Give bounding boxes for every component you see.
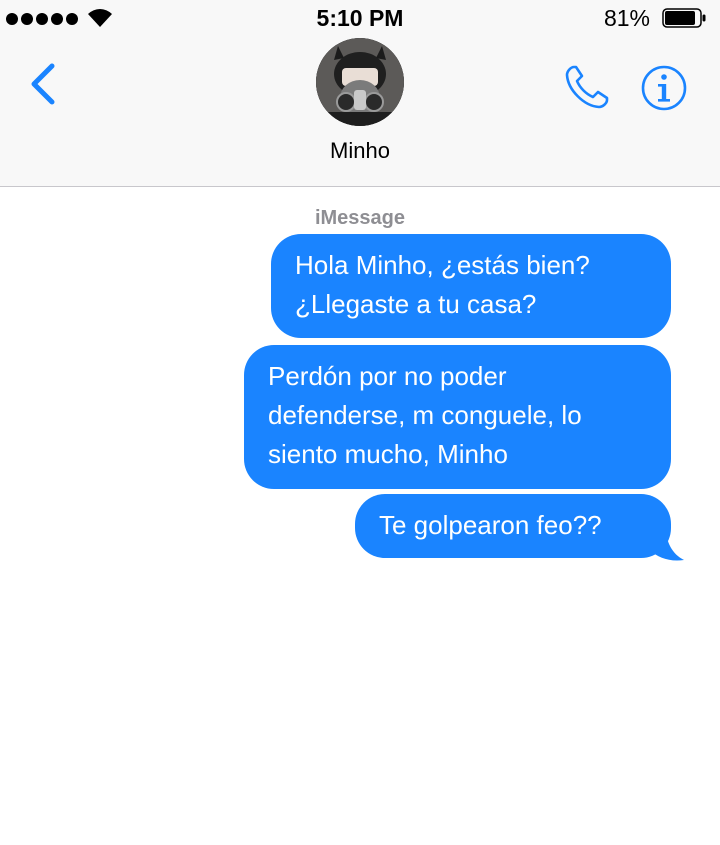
battery-icon — [662, 8, 706, 28]
info-icon[interactable] — [640, 64, 688, 112]
phone-icon[interactable] — [562, 62, 612, 112]
avatar[interactable] — [316, 38, 404, 126]
message-bubble[interactable]: Perdón por no poder defenderse, m congue… — [244, 345, 671, 489]
conversation-header: Minho — [0, 38, 720, 187]
bubble-tail — [648, 528, 684, 561]
contact-name[interactable]: Minho — [0, 138, 720, 164]
service-label: iMessage — [314, 207, 406, 229]
message-bubble[interactable]: Hola Minho, ¿estás bien? ¿Llegaste a tu … — [271, 234, 671, 338]
back-chevron-icon[interactable] — [24, 58, 64, 110]
battery-percent: 81% — [603, 5, 650, 31]
status-bar: 5:10 PM 81% — [0, 0, 720, 38]
message-bubble[interactable]: Te golpearon feo?? — [355, 494, 671, 558]
